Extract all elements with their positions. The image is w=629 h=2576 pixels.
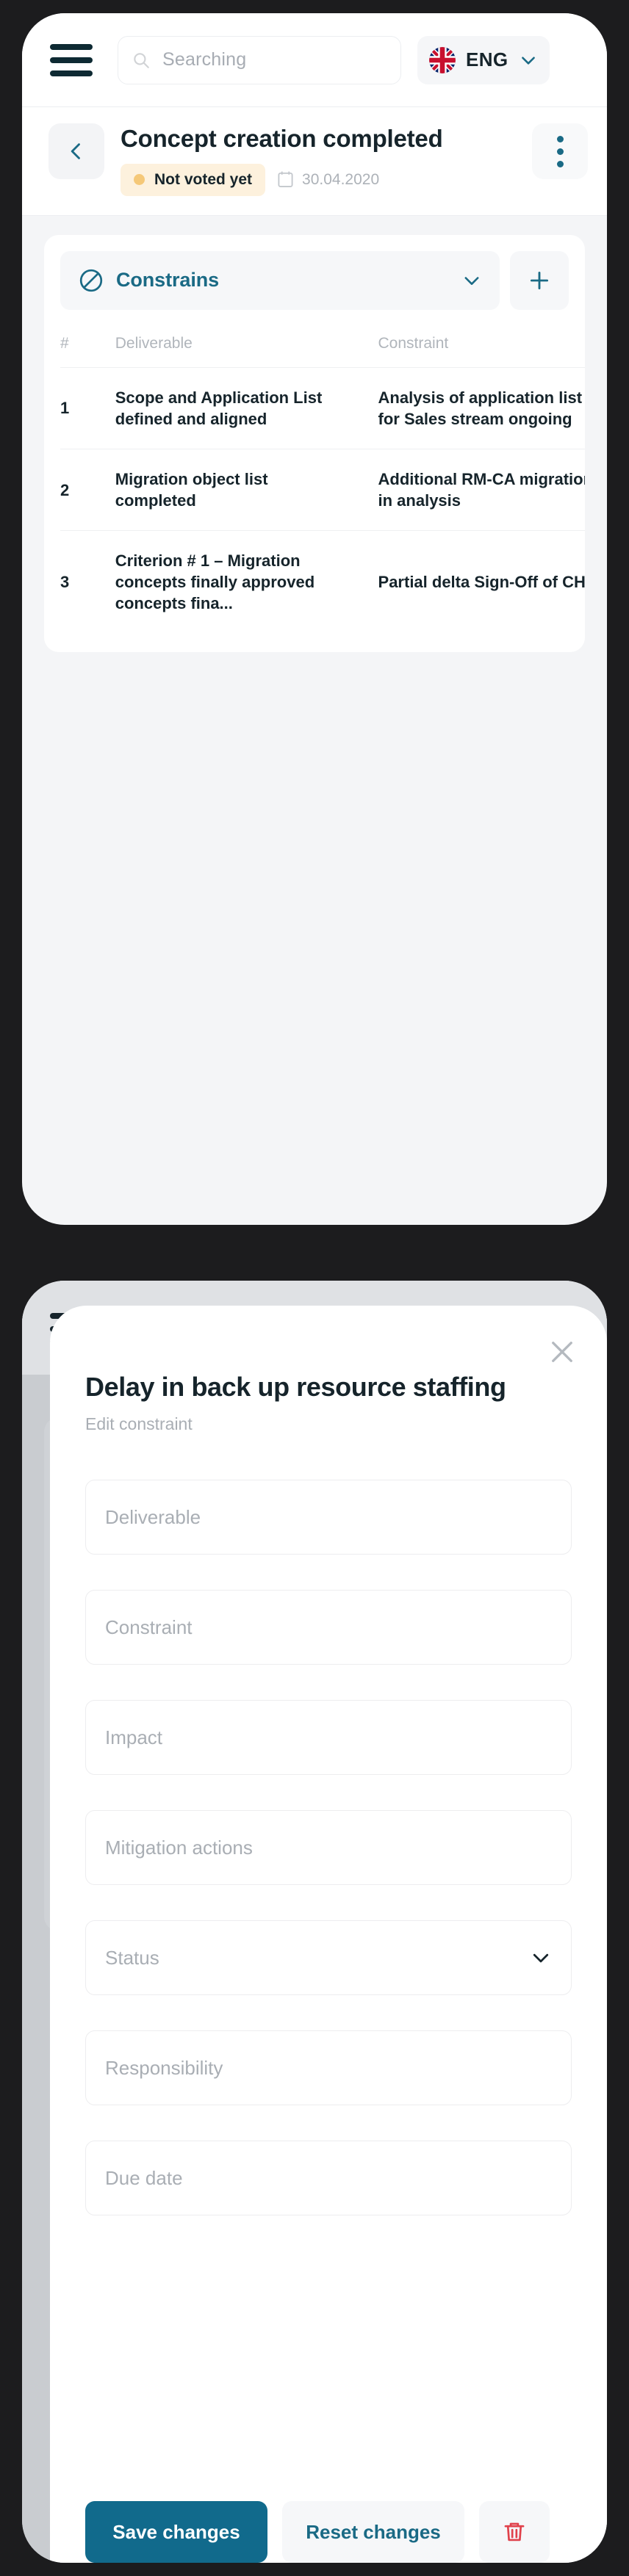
kebab-dot-1 — [556, 135, 564, 142]
modal-subtitle: Edit constraint — [85, 1414, 193, 1433]
status-badge: Not voted yet — [121, 163, 266, 196]
col-header-deliverable: Deliverable — [115, 328, 378, 368]
kebab-dot-3 — [556, 160, 564, 167]
modal-action-bar: Save changes Reset changes — [85, 2501, 572, 2563]
calendar-icon — [278, 172, 293, 188]
delete-constraint-button[interactable] — [479, 2501, 550, 2563]
due-date-placeholder: Due date — [105, 2166, 183, 2189]
col-header-constraint: Constraint — [378, 328, 585, 368]
table-row[interactable]: 1 Scope and Application List defined and… — [60, 367, 585, 450]
constraint-field[interactable]: Constraint — [85, 1590, 572, 1665]
page-header-text: Concept creation completed Not voted yet… — [121, 123, 532, 196]
page-title: Concept creation completed — [121, 125, 443, 152]
constraints-table-scroll[interactable]: # Deliverable Constraint Impact 1 Scope … — [44, 328, 585, 633]
mitigation-actions-placeholder: Mitigation actions — [105, 1836, 253, 1859]
edit-constraint-modal: Delay in back up resource staffing Edit … — [50, 1306, 607, 2563]
date-text: 30.04.2020 — [302, 170, 380, 188]
cell-constraint: Partial delta Sign-Off of CH — [378, 573, 585, 592]
col-header-number: # — [60, 328, 115, 368]
status-placeholder: Status — [105, 1946, 159, 1969]
status-badge-label: Not voted yet — [154, 170, 253, 188]
page-body: Constrains # Deliverable Constraint 1 Sc… — [22, 216, 607, 671]
save-changes-button[interactable]: Save changes — [85, 2501, 267, 2563]
table-row[interactable]: 2 Migration object list completed Additi… — [60, 449, 585, 532]
constraint-placeholder: Constraint — [105, 1616, 193, 1638]
trash-bin-icon — [504, 2522, 525, 2541]
add-constraint-button[interactable] — [510, 250, 569, 310]
deliverable-field[interactable]: Deliverable — [85, 1480, 572, 1555]
search-icon — [134, 52, 149, 68]
cell-deliverable: Scope and Application List defined and a… — [115, 367, 378, 450]
cell-deliverable: Criterion # 1 – Migration concepts final… — [115, 551, 315, 613]
chevron-down-icon — [521, 56, 535, 65]
search-placeholder: Searching — [162, 49, 247, 70]
hamburger-menu-icon[interactable] — [50, 43, 93, 76]
deliverable-placeholder: Deliverable — [105, 1505, 201, 1528]
page-meta-row: Not voted yet 30.04.2020 — [121, 163, 532, 196]
cell-number: 3 — [60, 573, 70, 592]
edit-constraint-form: Deliverable Constraint Impact Mitigation… — [85, 1480, 572, 2215]
plus-icon — [530, 271, 549, 289]
constraints-section-label: Constrains — [116, 269, 220, 292]
due-date-field[interactable]: Due date — [85, 2141, 572, 2215]
due-date-display: 30.04.2020 — [277, 170, 379, 189]
responsibility-placeholder: Responsibility — [105, 2056, 223, 2079]
chevron-left-icon — [71, 143, 80, 159]
cell-number: 2 — [60, 449, 115, 532]
table-header-row: # Deliverable Constraint Impact — [60, 328, 585, 368]
back-button[interactable] — [48, 123, 104, 179]
constraints-screen: Searching ENG Concept creation completed… — [22, 13, 607, 1225]
constraints-accordion-toggle[interactable]: Constrains — [60, 250, 500, 310]
table-body: 1 Scope and Application List defined and… — [60, 367, 585, 633]
status-dot-icon — [134, 174, 145, 186]
edit-constraint-screen: Delay in back up resource staffing Edit … — [22, 1281, 607, 2563]
kebab-dot-2 — [556, 148, 564, 155]
ban-circle-icon — [79, 269, 103, 292]
impact-field[interactable]: Impact — [85, 1700, 572, 1775]
table-head: # Deliverable Constraint Impact — [60, 328, 585, 368]
table-row[interactable]: 3 Criterion # 1 – Migration concepts fin… — [60, 531, 585, 634]
modal-title: Delay in back up resource staffing — [85, 1372, 506, 1402]
search-input[interactable]: Searching — [118, 35, 401, 84]
reset-changes-button[interactable]: Reset changes — [282, 2501, 464, 2563]
language-selector[interactable]: ENG — [417, 35, 550, 84]
cell-constraint: Additional RM-CA migration in analysis — [378, 449, 585, 532]
close-x-icon[interactable] — [547, 1336, 578, 1367]
uk-flag-icon — [429, 46, 456, 73]
chevron-down-icon — [533, 1953, 549, 1963]
impact-placeholder: Impact — [105, 1726, 163, 1748]
screenshot-stage: Searching ENG Concept creation completed… — [0, 0, 629, 2576]
chevron-down-icon — [464, 277, 479, 285]
status-select[interactable]: Status — [85, 1920, 572, 1995]
cell-constraint: Analysis of application list for Sales s… — [378, 367, 585, 450]
cell-number: 1 — [60, 367, 115, 450]
more-options-button[interactable] — [532, 123, 588, 179]
app-top-bar: Searching ENG — [22, 13, 607, 107]
constraints-card: Constrains # Deliverable Constraint 1 Sc… — [44, 234, 585, 653]
constraints-table: # Deliverable Constraint Impact 1 Scope … — [60, 328, 585, 633]
language-code: ENG — [466, 48, 508, 70]
page-header: Concept creation completed Not voted yet… — [22, 107, 607, 216]
cell-deliverable: Migration object list completed — [115, 449, 378, 532]
constraints-card-header: Constrains — [44, 250, 585, 310]
mitigation-actions-field[interactable]: Mitigation actions — [85, 1810, 572, 1885]
responsibility-field[interactable]: Responsibility — [85, 2030, 572, 2105]
